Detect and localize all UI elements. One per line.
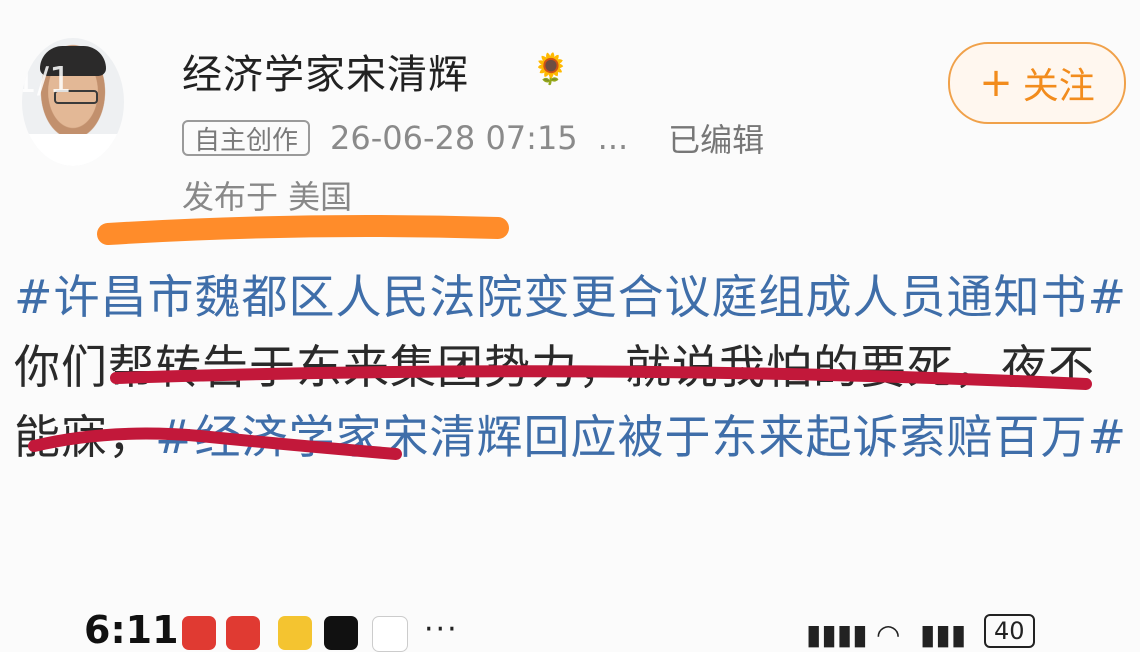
battery-level: 40 [994, 617, 1025, 645]
qq-icon [372, 616, 408, 652]
wifi-icon: ◠ [876, 618, 901, 651]
status-bar: 6:11 ··· ▮▮▮▮ ◠ ▮▮▮ 40 [0, 602, 1140, 652]
signal-icon: ▮▮▮▮ [806, 618, 868, 651]
signal-icon: ▮▮▮ [920, 618, 967, 651]
app-notification-icon [182, 616, 216, 650]
red-strike-annotation [28, 365, 1092, 460]
weibo-icon [278, 616, 312, 650]
battery-icon: 40 [984, 614, 1035, 648]
tiktok-icon [324, 616, 358, 650]
status-time: 6:11 [84, 608, 179, 652]
app-notification-icon [226, 616, 260, 650]
